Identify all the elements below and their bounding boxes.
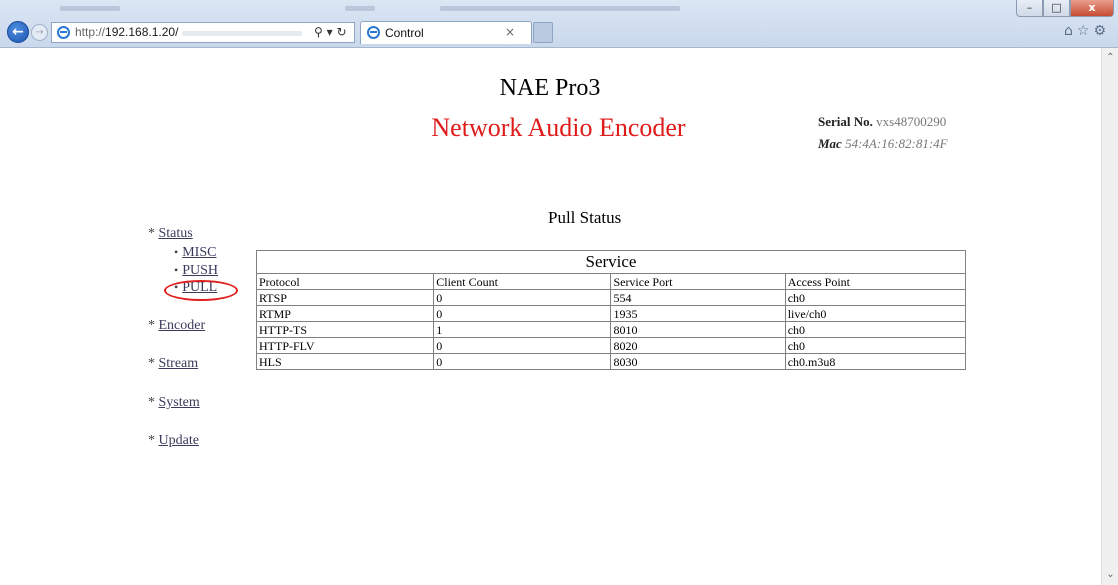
table-cell: 1935 [610, 305, 786, 322]
mac-value: 54:4A:16:82:81:4F [845, 136, 948, 151]
serial-label: Serial No. [818, 114, 873, 129]
section-title: Pull Status [548, 208, 622, 227]
nav-marker: * [148, 356, 155, 371]
table-cell: ch0 [784, 289, 967, 306]
title-bar: – □ x [0, 0, 1118, 18]
table-cell: RTSP [255, 289, 435, 306]
table-cell: HLS [255, 353, 435, 370]
refresh-icon[interactable]: ↻ [336, 25, 346, 39]
table-cell: ch0 [784, 337, 967, 354]
page-title: NAE Pro3 [499, 75, 601, 101]
table-row: RTSP 0 554 ch0 [255, 289, 967, 306]
address-bar[interactable]: http://192.168.1.20/ ⚲ ▾ ↻ [51, 22, 355, 43]
mac-address: Mac 54:4A:16:82:81:4F [818, 133, 948, 155]
table-cell: HTTP-FLV [255, 337, 435, 354]
table-row: HTTP-FLV 0 8020 ch0 [255, 337, 967, 354]
table-cell: 1 [433, 321, 612, 338]
table-cell: 0 [433, 353, 612, 370]
new-tab-button[interactable] [533, 22, 553, 43]
bullet: • [174, 263, 179, 277]
back-button[interactable]: ← [7, 21, 29, 43]
table-cell: RTMP [255, 305, 435, 322]
push-link[interactable]: PUSH [182, 263, 218, 278]
tab-control[interactable]: Control × [360, 21, 532, 44]
ie-tab-icon [367, 26, 380, 39]
table-cell: 8010 [610, 321, 786, 338]
sidebar-subitem-push: • PUSH [174, 263, 218, 279]
table-row: RTMP 0 1935 live/ch0 [255, 305, 967, 322]
gear-icon[interactable]: ⚙ [1093, 23, 1110, 39]
table-cell: 0 [433, 305, 612, 322]
sidebar-item-status: * Status [148, 226, 193, 242]
maximize-button[interactable]: □ [1043, 0, 1070, 17]
sidebar-subitem-misc: • MISC [174, 245, 216, 261]
table-caption: Service [256, 250, 966, 274]
title-bar-blur [440, 6, 680, 11]
sidebar-item-update: * Update [148, 433, 199, 449]
scroll-down-icon[interactable]: ⌄ [1102, 567, 1118, 583]
window-controls: – □ x [1016, 0, 1114, 17]
table-cell: ch0.m3u8 [784, 353, 967, 370]
browser-chrome: – □ x ← → http://192.168.1.20/ ⚲ ▾ ↻ Con… [0, 0, 1118, 48]
url-host: 192.168.1.20/ [105, 25, 179, 39]
table-cell: 554 [610, 289, 786, 306]
ie-page-icon [57, 26, 70, 39]
highlight-ellipse [164, 280, 238, 301]
table-row: HLS 0 8030 ch0.m3u8 [255, 353, 967, 370]
page-subtitle: Network Audio Encoder [431, 113, 686, 142]
nav-marker: * [148, 318, 155, 333]
scroll-up-icon[interactable]: ⌃ [1102, 50, 1118, 66]
minimize-button[interactable]: – [1016, 0, 1043, 17]
table-cell: 0 [433, 289, 612, 306]
table-caption-row: Service [256, 250, 966, 274]
column-header-protocol: Protocol [255, 273, 435, 290]
navigation-row: ← → http://192.168.1.20/ ⚲ ▾ ↻ Control ×… [0, 19, 1118, 45]
nav-marker: * [148, 433, 155, 448]
column-header-access-point: Access Point [784, 273, 967, 290]
update-link[interactable]: Update [159, 433, 199, 448]
encoder-link[interactable]: Encoder [159, 318, 206, 333]
table-cell: HTTP-TS [255, 321, 435, 338]
nav-marker: * [148, 226, 155, 241]
sidebar-item-encoder: * Encoder [148, 318, 205, 334]
table-cell: 8030 [610, 353, 786, 370]
sidebar-item-system: * System [148, 395, 200, 411]
system-link[interactable]: System [159, 395, 200, 410]
column-header-service-port: Service Port [610, 273, 786, 290]
table-row: HTTP-TS 1 8010 ch0 [255, 321, 967, 338]
service-table: Service Protocol Client Count Service Po… [255, 250, 967, 370]
status-link[interactable]: Status [159, 226, 193, 241]
serial-value: vxs48700290 [876, 114, 947, 129]
close-window-button[interactable]: x [1070, 0, 1114, 17]
favorites-icon[interactable]: ☆ [1077, 23, 1094, 39]
url-protocol: http:// [75, 25, 106, 39]
bullet: • [174, 245, 179, 259]
misc-link[interactable]: MISC [182, 245, 216, 260]
dropdown-icon[interactable]: ▾ [327, 25, 333, 39]
table-cell: live/ch0 [784, 305, 967, 322]
table-cell: 8020 [610, 337, 786, 354]
forward-button[interactable]: → [31, 24, 48, 41]
home-icon[interactable]: ⌂ [1064, 23, 1077, 39]
nav-marker: * [148, 395, 155, 410]
table-header-row: Protocol Client Count Service Port Acces… [255, 273, 967, 290]
title-bar-blur [60, 6, 120, 11]
stream-link[interactable]: Stream [159, 356, 199, 371]
device-info: Serial No. vxs48700290 Mac 54:4A:16:82:8… [818, 111, 948, 155]
tab-title: Control [385, 26, 424, 40]
sidebar-item-stream: * Stream [148, 356, 198, 372]
url-text: http://192.168.1.20/ [75, 25, 178, 39]
address-tools: ⚲ ▾ ↻ [314, 25, 347, 39]
tab-close-icon[interactable]: × [505, 25, 515, 39]
column-header-client-count: Client Count [433, 273, 612, 290]
table-cell: ch0 [784, 321, 967, 338]
table-cell: 0 [433, 337, 612, 354]
search-icon[interactable]: ⚲ [314, 25, 323, 39]
mac-label: Mac [818, 136, 842, 151]
address-blur [182, 31, 302, 36]
title-bar-blur [345, 6, 375, 11]
browser-tools: ⌂☆⚙ [1064, 23, 1110, 39]
serial-number: Serial No. vxs48700290 [818, 111, 948, 133]
